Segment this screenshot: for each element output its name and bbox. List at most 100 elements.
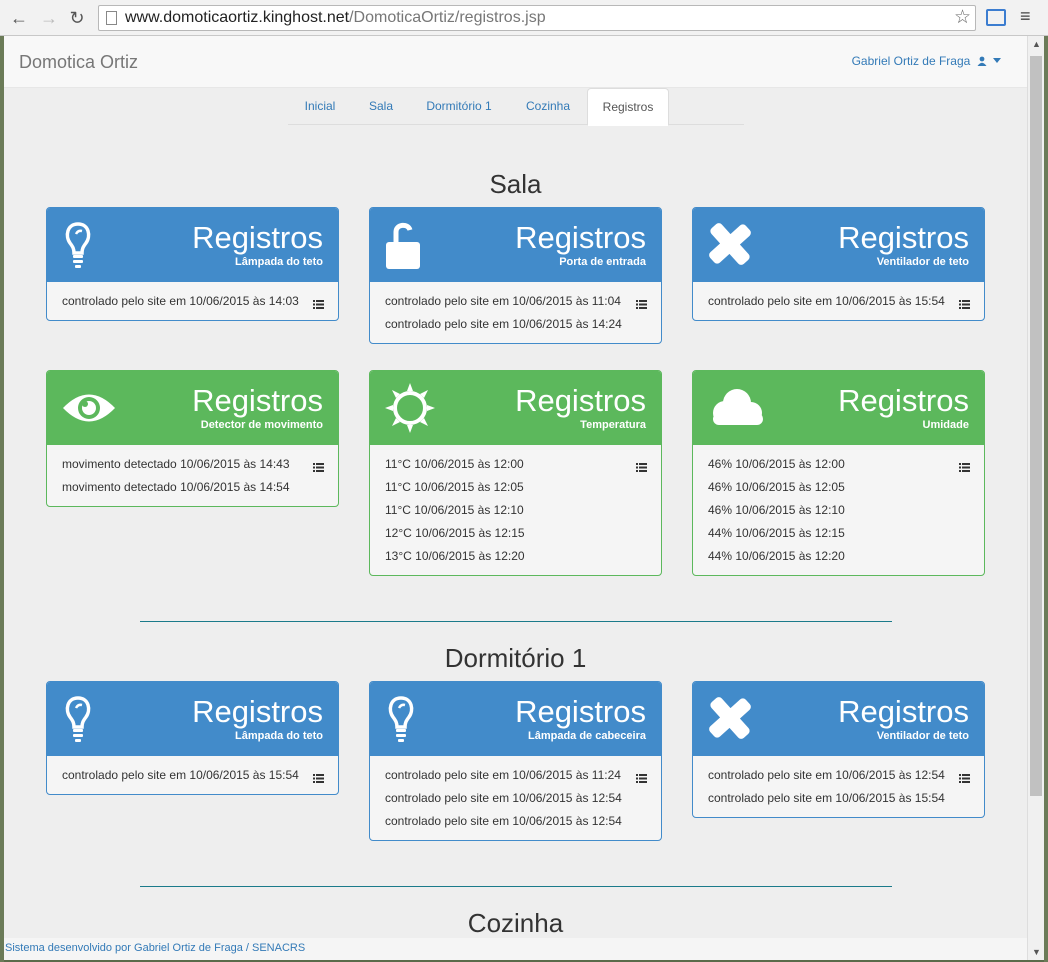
registro-panel: Registros Lâmpada de cabeceira controlado … bbox=[369, 681, 662, 841]
log-entry: 11°C 10/06/2015 às 12:10 bbox=[385, 503, 524, 517]
user-name: Gabriel Ortiz de Fraga bbox=[851, 54, 971, 68]
panel-body: 46% 10/06/2015 às 12:00 46% 10/06/2015 às… bbox=[693, 445, 984, 575]
log-entry: 11°C 10/06/2015 às 12:00 bbox=[385, 457, 524, 471]
panel-title: Registros bbox=[838, 694, 969, 729]
list-icon bbox=[636, 770, 647, 783]
device-name: Ventilador de teto bbox=[876, 730, 969, 742]
panel-heading: Registros Ventilador de teto bbox=[693, 208, 984, 282]
tab-inicial[interactable]: Inicial bbox=[288, 88, 352, 125]
log-entry: 46% 10/06/2015 às 12:05 bbox=[708, 480, 845, 494]
address-bar[interactable]: www.domoticaortiz.kinghost.net/DomoticaO… bbox=[98, 5, 976, 31]
sun-icon bbox=[384, 383, 440, 433]
section-title-dormitorio: Dormitório 1 bbox=[444, 643, 587, 673]
bookmark-star-icon[interactable]: ☆ bbox=[954, 6, 971, 29]
device-name: Porta de entrada bbox=[559, 256, 646, 268]
panel-heading: Registros Umidade bbox=[693, 371, 984, 445]
menu-icon[interactable]: ≡ bbox=[1020, 6, 1031, 27]
registro-panel: Registros Umidade 46% 10/06/2015 às 12:00 4… bbox=[692, 370, 985, 576]
reload-icon[interactable]: ↻ bbox=[66, 7, 88, 29]
forward-icon[interactable]: → bbox=[38, 7, 60, 29]
lightbulb-icon bbox=[61, 694, 117, 744]
device-name: Temperatura bbox=[580, 419, 646, 431]
scroll-down-arrow-icon[interactable]: ▼ bbox=[1031, 947, 1042, 957]
main-tabs: Inicial Sala Dormitório 1 Cozinha Regist… bbox=[288, 88, 744, 126]
panel-body: controlado pelo site em 10/06/2015 às 11… bbox=[370, 756, 661, 840]
device-name: Ventilador de teto bbox=[876, 256, 969, 268]
window-frame bbox=[1044, 36, 1048, 962]
page-footer: Sistema desenvolvido por Gabriel Ortiz d… bbox=[4, 938, 1027, 960]
cloud-icon bbox=[707, 383, 763, 433]
panel-title: Registros bbox=[838, 383, 969, 418]
panel-title: Registros bbox=[192, 694, 323, 729]
panel-title: Registros bbox=[515, 220, 646, 255]
log-entry: 46% 10/06/2015 às 12:00 bbox=[708, 457, 845, 471]
panel-title: Registros bbox=[515, 694, 646, 729]
log-entry: 46% 10/06/2015 às 12:10 bbox=[708, 503, 845, 517]
log-entry: 13°C 10/06/2015 às 12:20 bbox=[385, 549, 525, 563]
device-name: Umidade bbox=[922, 419, 969, 431]
log-entry: 11°C 10/06/2015 às 12:05 bbox=[385, 480, 524, 494]
vertical-scrollbar[interactable]: ▲ ▼ bbox=[1027, 36, 1044, 960]
panel-heading: Registros Lâmpada do teto bbox=[47, 208, 338, 282]
lightbulb-icon bbox=[384, 694, 440, 744]
panel-heading: Registros Lâmpada de cabeceira bbox=[370, 682, 661, 756]
panel-heading: Registros Detector de movimento bbox=[47, 371, 338, 445]
log-entry: 44% 10/06/2015 às 12:15 bbox=[708, 526, 845, 540]
scroll-thumb[interactable] bbox=[1030, 56, 1042, 796]
registro-panel: Registros Temperatura 11°C 10/06/2015 às 1… bbox=[369, 370, 662, 576]
log-entry: controlado pelo site em 10/06/2015 às 11… bbox=[385, 768, 621, 782]
lightbulb-icon bbox=[61, 220, 117, 270]
tab-registros[interactable]: Registros bbox=[587, 88, 669, 126]
panel-heading: Registros Lâmpada do teto bbox=[47, 682, 338, 756]
device-name: Detector de movimento bbox=[200, 419, 323, 431]
log-entry: controlado pelo site em 10/06/2015 às 11… bbox=[385, 294, 621, 308]
log-entry: controlado pelo site em 10/06/2015 às 15… bbox=[708, 294, 945, 308]
cast-icon[interactable] bbox=[986, 9, 1006, 26]
registro-panel: Registros Detector de movimento movimento … bbox=[46, 370, 339, 507]
scroll-up-arrow-icon[interactable]: ▲ bbox=[1031, 39, 1042, 49]
list-icon bbox=[959, 296, 970, 309]
device-name: Lâmpada do teto bbox=[234, 730, 323, 742]
unlock-icon bbox=[384, 220, 440, 270]
panel-title: Registros bbox=[192, 220, 323, 255]
panel-body: controlado pelo site em 10/06/2015 às 15… bbox=[47, 756, 338, 794]
tab-cozinha[interactable]: Cozinha bbox=[508, 88, 588, 125]
panel-body: movimento detectado 10/06/2015 às 14:43 m… bbox=[47, 445, 338, 506]
user-menu[interactable]: Gabriel Ortiz de Fraga bbox=[852, 54, 1001, 68]
log-entry: controlado pelo site em 10/06/2015 às 15… bbox=[708, 791, 945, 805]
log-entry: movimento detectado 10/06/2015 às 14:54 bbox=[62, 480, 290, 494]
tab-sala[interactable]: Sala bbox=[352, 88, 410, 125]
browser-toolbar: ← → ↻ www.domoticaortiz.kinghost.net/Dom… bbox=[0, 0, 1048, 36]
log-entry: 12°C 10/06/2015 às 12:15 bbox=[385, 526, 525, 540]
log-entry: controlado pelo site em 10/06/2015 às 14… bbox=[385, 317, 622, 331]
panel-body: controlado pelo site em 10/06/2015 às 14… bbox=[47, 282, 338, 320]
list-icon bbox=[636, 296, 647, 309]
list-icon bbox=[313, 296, 324, 309]
tab-dormitorio-1[interactable]: Dormitório 1 bbox=[410, 88, 508, 125]
registro-panel: Registros Porta de entrada controlado pelo… bbox=[369, 207, 662, 344]
registro-panel: Registros Ventilador de teto controlado pe… bbox=[692, 207, 985, 321]
log-entry: 44% 10/06/2015 às 12:20 bbox=[708, 549, 845, 563]
list-icon bbox=[636, 459, 647, 472]
page-icon bbox=[106, 11, 117, 25]
panel-title: Registros bbox=[515, 383, 646, 418]
device-name: Lâmpada do teto bbox=[234, 256, 323, 268]
page-viewport: Domotica Ortiz Gabriel Ortiz de Fraga In… bbox=[4, 36, 1027, 960]
caret-down-icon bbox=[993, 58, 1001, 63]
list-icon bbox=[313, 770, 324, 783]
log-entry: controlado pelo site em 10/06/2015 às 12… bbox=[385, 814, 622, 828]
panel-body: controlado pelo site em 10/06/2015 às 15… bbox=[693, 282, 984, 320]
user-icon bbox=[977, 56, 987, 66]
registro-panel: Registros Ventilador de teto controlado pe… bbox=[692, 681, 985, 818]
registro-panel: Registros Lâmpada do teto controlado pelo … bbox=[46, 207, 339, 321]
brand-title[interactable]: Domotica Ortiz bbox=[19, 52, 138, 73]
back-icon[interactable]: ← bbox=[8, 7, 30, 29]
url-text[interactable]: www.domoticaortiz.kinghost.net/DomoticaO… bbox=[125, 9, 546, 27]
panel-heading: Registros Porta de entrada bbox=[370, 208, 661, 282]
footer-credit-link[interactable]: Sistema desenvolvido por Gabriel Ortiz d… bbox=[5, 942, 305, 954]
list-icon bbox=[313, 459, 324, 472]
panel-body: controlado pelo site em 10/06/2015 às 12… bbox=[693, 756, 984, 817]
log-entry: movimento detectado 10/06/2015 às 14:43 bbox=[62, 457, 290, 471]
list-icon bbox=[959, 770, 970, 783]
log-entry: controlado pelo site em 10/06/2015 às 12… bbox=[385, 791, 622, 805]
